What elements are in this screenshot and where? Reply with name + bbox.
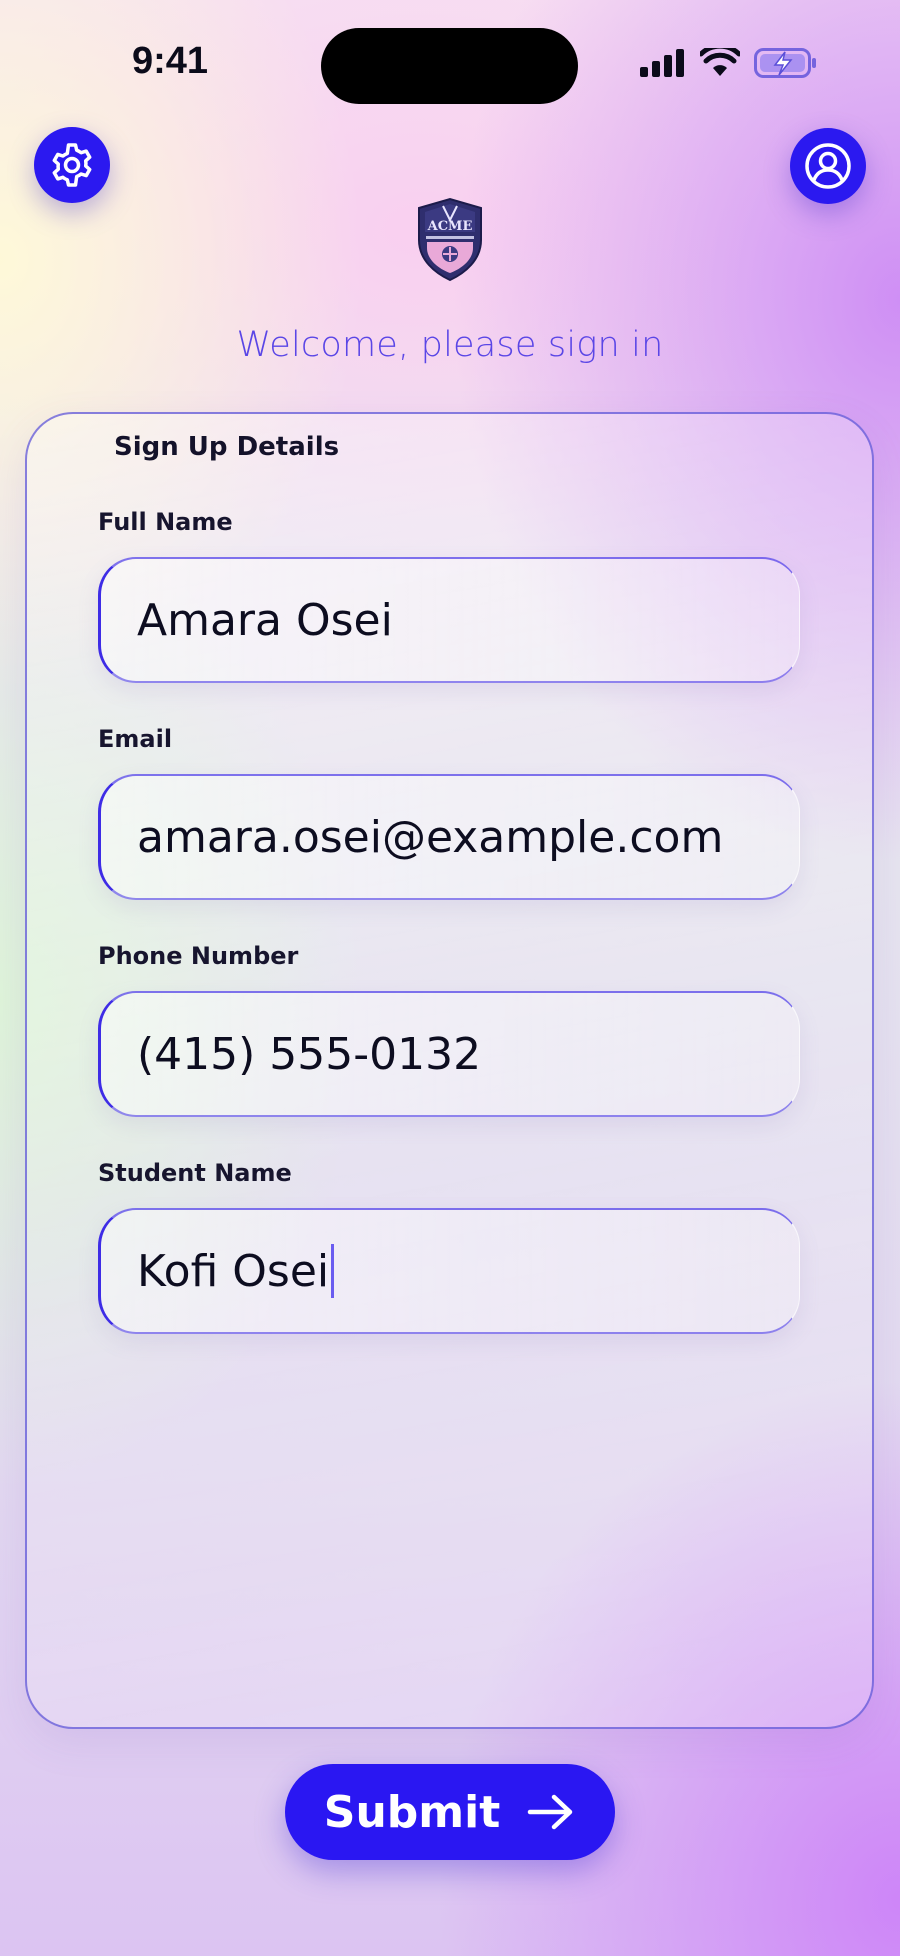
wifi-icon — [700, 48, 740, 76]
email-label: Email — [98, 725, 173, 753]
welcome-text: Welcome, please sign in — [236, 325, 664, 365]
profile-button[interactable] — [790, 128, 866, 204]
phone-number-value: (415) 555-0132 — [137, 1028, 482, 1080]
settings-button[interactable] — [34, 127, 110, 203]
dynamic-island — [321, 28, 578, 104]
email-value: amara.osei@example.com — [137, 811, 724, 863]
card-title: Sign Up Details — [114, 432, 340, 462]
full-name-label: Full Name — [98, 508, 233, 536]
text-cursor — [331, 1244, 335, 1298]
acme-crest-logo: ACME — [418, 197, 482, 282]
user-circle-icon — [805, 143, 851, 189]
phone-number-label: Phone Number — [98, 942, 299, 970]
submit-label: Submit — [323, 1786, 501, 1838]
full-name-input[interactable]: Amara Osei — [98, 557, 800, 683]
student-name-value: Kofi Osei — [137, 1245, 330, 1297]
status-icons — [640, 48, 818, 78]
status-bar: 9:41 — [0, 0, 900, 110]
cellular-signal-icon — [640, 49, 684, 77]
student-name-input[interactable]: Kofi Osei — [98, 1208, 800, 1334]
email-input[interactable]: amara.osei@example.com — [98, 774, 800, 900]
battery-charging-icon — [754, 48, 816, 78]
submit-button[interactable]: Submit — [285, 1764, 615, 1860]
arrow-right-icon — [527, 1794, 573, 1830]
status-time: 9:41 — [132, 40, 209, 82]
full-name-value: Amara Osei — [137, 594, 393, 646]
student-name-label: Student Name — [98, 1159, 292, 1187]
gear-icon — [52, 143, 92, 187]
phone-number-input[interactable]: (415) 555-0132 — [98, 991, 800, 1117]
